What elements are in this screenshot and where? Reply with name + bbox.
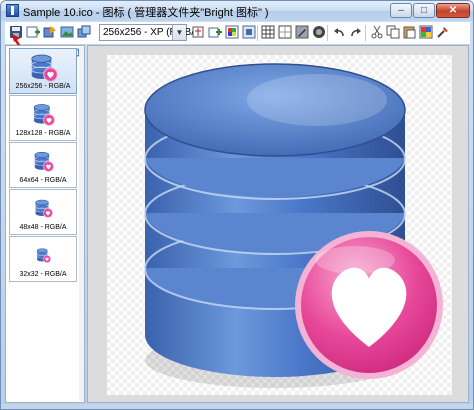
minimize-button[interactable]: – (390, 3, 412, 18)
palette-icon[interactable] (419, 25, 433, 39)
grid-icon[interactable] (261, 25, 275, 39)
thumbnail-item[interactable]: 128x128 - RGB/A (9, 95, 77, 141)
thumbnail-label: 48x48 - RGB/A (19, 224, 67, 231)
database-heart-icon (35, 199, 53, 218)
window-title: Sample 10.ico - 图标 ( 管理器文件夹"Bright 图标" ) (23, 7, 269, 19)
toolbar-separator (365, 25, 366, 41)
add-icon[interactable] (208, 25, 222, 39)
database-heart-icon (34, 151, 54, 172)
status-bar (1, 404, 473, 409)
thumbnail-item[interactable]: 48x48 - RGB/A (9, 189, 77, 235)
database-heart-icon (33, 104, 55, 126)
import-icon[interactable] (43, 25, 57, 39)
thumbnail-label: 256x256 - RGB/A (15, 83, 71, 90)
database-heart-image (144, 63, 443, 388)
new-image-icon[interactable] (77, 25, 91, 39)
chevron-down-icon[interactable]: ▼ (172, 25, 186, 40)
database-heart-icon (31, 54, 58, 82)
canvas-area[interactable] (87, 45, 469, 403)
size-format-dropdown[interactable]: 256x256 - XP (RGB/A) ▼ (99, 24, 204, 41)
color-wheel-icon[interactable] (312, 25, 326, 39)
size-format-value: 256x256 - XP (RGB/A) (103, 27, 204, 38)
thumbnail-scrollbar[interactable] (79, 47, 84, 401)
database-heart-icon (36, 248, 51, 263)
image-canvas[interactable] (107, 55, 452, 395)
color-icon[interactable] (225, 25, 239, 39)
toolbar-separator (327, 25, 328, 41)
thumbnail-panel[interactable]: 256x256 - RGB/A 128x128 - RGB/A 64x64 - RG… (5, 45, 85, 403)
thumbnail-item[interactable]: 64x64 - RGB/A (9, 142, 77, 188)
thumbnail-label: 64x64 - RGB/A (19, 177, 67, 184)
app-icon (6, 4, 19, 17)
redo-icon[interactable] (349, 25, 363, 39)
thumbnail-item[interactable]: 32x32 - RGB/A (9, 236, 77, 282)
crop-icon[interactable] (191, 25, 205, 39)
cut-icon[interactable] (370, 25, 384, 39)
undo-icon[interactable] (332, 25, 346, 39)
thumbnail-label: 128x128 - RGB/A (15, 130, 71, 137)
pencil-icon[interactable] (295, 25, 309, 39)
thumbnail-item[interactable]: 256x256 - RGB/A (9, 48, 77, 94)
app-window: Sample 10.ico - 图标 ( 管理器文件夹"Bright 图标" )… (0, 0, 474, 410)
paste-icon[interactable] (402, 25, 416, 39)
title-bar[interactable]: Sample 10.ico - 图标 ( 管理器文件夹"Bright 图标" )… (1, 1, 473, 21)
heart-badge (295, 231, 443, 379)
toolbar-separator (257, 25, 258, 41)
tool-icon[interactable] (436, 25, 450, 39)
swap-icon[interactable] (242, 25, 256, 39)
copy-icon[interactable] (386, 25, 400, 39)
export-icon[interactable] (60, 25, 74, 39)
maximize-button[interactable]: □ (413, 3, 435, 18)
close-button[interactable]: ✕ (436, 3, 470, 18)
thumbnail-label: 32x32 - RGB/A (19, 271, 67, 278)
square-icon[interactable] (278, 25, 292, 39)
toolbar: 256x256 - XP (RGB/A) ▼ (5, 22, 470, 45)
